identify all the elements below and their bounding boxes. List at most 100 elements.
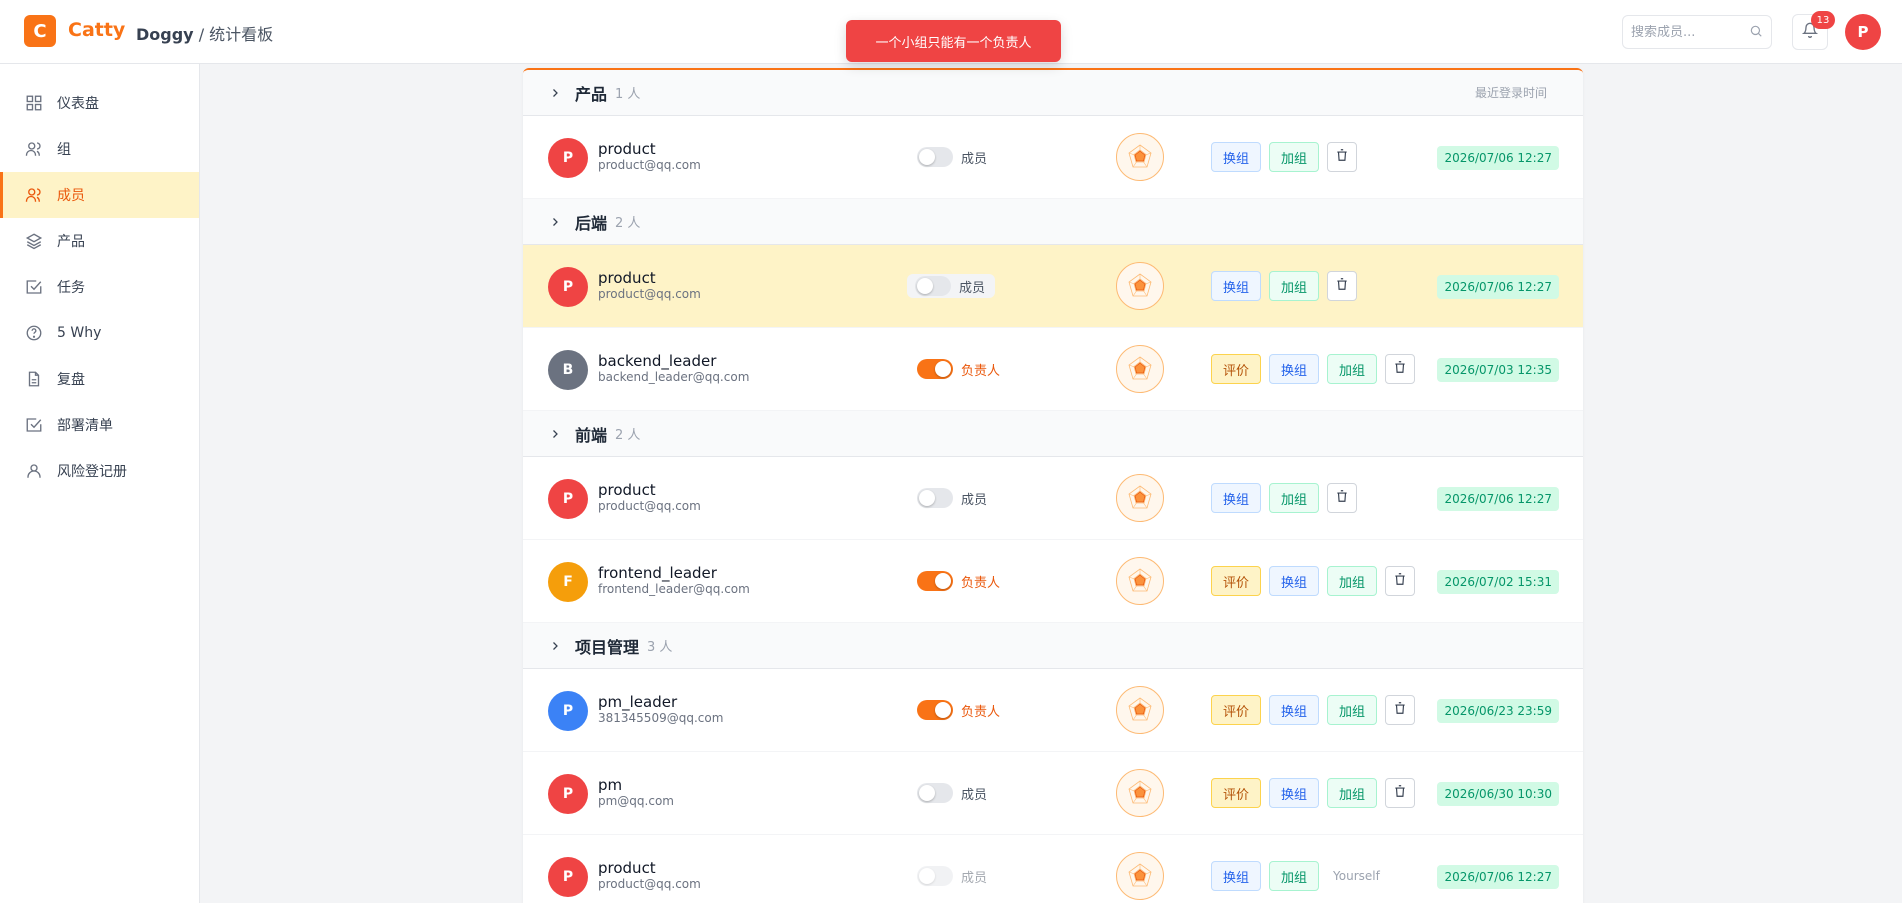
delete-button[interactable]: [1385, 566, 1416, 596]
add-group-button[interactable]: 加组: [1327, 354, 1378, 384]
swap-group-button[interactable]: 换组: [1269, 354, 1320, 384]
role-control[interactable]: 负责人: [913, 698, 1004, 722]
search-icon[interactable]: [1749, 23, 1763, 42]
leader-toggle[interactable]: [917, 700, 953, 720]
radar-chart-icon[interactable]: [1116, 686, 1164, 734]
swap-group-button[interactable]: 换组: [1269, 566, 1320, 596]
radar-chart-icon[interactable]: [1116, 133, 1164, 181]
add-group-button[interactable]: 加组: [1269, 271, 1320, 301]
role-control[interactable]: 负责人: [913, 357, 1004, 381]
leader-toggle[interactable]: [917, 359, 953, 379]
sidebar-item-1[interactable]: 组: [0, 126, 199, 172]
role-control: 成员: [913, 864, 991, 888]
add-group-button[interactable]: 加组: [1327, 566, 1378, 596]
radar-chart-icon[interactable]: [1116, 557, 1164, 605]
add-group-button[interactable]: 加组: [1269, 142, 1320, 172]
sidebar-item-2[interactable]: 成员: [0, 172, 199, 218]
user-avatar[interactable]: P: [1845, 14, 1881, 50]
role-control[interactable]: 负责人: [913, 569, 1004, 593]
member-email: backend_leader@qq.com: [598, 370, 750, 384]
swap-group-button[interactable]: 换组: [1211, 483, 1262, 513]
radar-chart-icon[interactable]: [1116, 769, 1164, 817]
add-group-button[interactable]: 加组: [1269, 861, 1320, 891]
group-count: 3 人: [647, 640, 673, 655]
swap-group-button[interactable]: 换组: [1269, 778, 1320, 808]
group-header[interactable]: 项目管理 3 人: [523, 623, 1583, 669]
sidebar-item-3[interactable]: 产品: [0, 218, 199, 264]
add-group-button[interactable]: 加组: [1327, 778, 1378, 808]
radar-chart-icon[interactable]: [1116, 345, 1164, 393]
leader-toggle[interactable]: [915, 276, 951, 296]
layers-icon: [24, 231, 44, 251]
radar-chart-icon[interactable]: [1116, 474, 1164, 522]
member-search[interactable]: [1622, 15, 1772, 49]
role-control[interactable]: 成员: [913, 781, 991, 805]
delete-button[interactable]: [1327, 483, 1358, 513]
add-group-button[interactable]: 加组: [1327, 695, 1378, 725]
search-input[interactable]: [1631, 24, 1741, 40]
member-row: Ppm_leader 381345509@qq.com 负责人 评价 换组 加组 2026/…: [523, 669, 1583, 752]
leader-toggle[interactable]: [917, 783, 953, 803]
member-name: pm_leader: [598, 693, 678, 711]
member-row: Ppm pm@qq.com 成员 评价 换组 加组 2026/06/30 10:30: [523, 752, 1583, 835]
member-avatar: P: [548, 774, 588, 814]
trash-icon: [1393, 784, 1407, 802]
breadcrumb-project[interactable]: Doggy: [136, 25, 194, 44]
member-row: Ffrontend_leader frontend_leader@qq.com 负责…: [523, 540, 1583, 623]
role-control[interactable]: 成员: [907, 274, 996, 298]
evaluate-button[interactable]: 评价: [1211, 354, 1262, 384]
trash-icon: [1335, 277, 1349, 295]
chevron-right-icon[interactable]: [549, 215, 563, 229]
role-control[interactable]: 成员: [913, 486, 991, 510]
evaluate-button[interactable]: 评价: [1211, 695, 1262, 725]
chevron-right-icon[interactable]: [549, 86, 563, 100]
group-header[interactable]: 产品 1 人 最近登录时间: [523, 70, 1583, 116]
sidebar-item-label: 产品: [57, 234, 85, 250]
radar-chart-icon[interactable]: [1116, 262, 1164, 310]
member-email: product@qq.com: [598, 877, 701, 891]
radar-chart-icon[interactable]: [1116, 852, 1164, 900]
role-control[interactable]: 成员: [913, 145, 991, 169]
chevron-right-icon[interactable]: [549, 427, 563, 441]
last-login-time: 2026/07/06 12:27: [1437, 865, 1559, 889]
leader-toggle[interactable]: [917, 571, 953, 591]
swap-group-button[interactable]: 换组: [1269, 695, 1320, 725]
member-avatar: P: [548, 479, 588, 519]
delete-button[interactable]: [1385, 778, 1416, 808]
sidebar-item-6[interactable]: 复盘: [0, 356, 199, 402]
swap-group-button[interactable]: 换组: [1211, 142, 1262, 172]
add-group-button[interactable]: 加组: [1269, 483, 1320, 513]
sidebar-item-label: 风险登记册: [57, 464, 127, 480]
delete-button[interactable]: [1385, 695, 1416, 725]
trash-icon: [1335, 148, 1349, 166]
sidebar-item-5[interactable]: 5 Why: [0, 310, 199, 356]
leader-toggle[interactable]: [917, 488, 953, 508]
swap-group-button[interactable]: 换组: [1211, 861, 1262, 891]
chevron-right-icon[interactable]: [549, 639, 563, 653]
group-count: 1 人: [615, 87, 641, 102]
brand-name[interactable]: Catty: [68, 19, 125, 41]
notifications-button[interactable]: 13: [1792, 11, 1835, 50]
member-avatar: F: [548, 562, 588, 602]
sidebar-item-4[interactable]: 任务: [0, 264, 199, 310]
last-login-header: 最近登录时间: [1474, 86, 1547, 100]
trash-icon: [1393, 701, 1407, 719]
member-avatar: P: [548, 138, 588, 178]
app-logo[interactable]: C: [24, 15, 56, 47]
sidebar-item-0[interactable]: 仪表盘: [0, 80, 199, 126]
delete-button[interactable]: [1327, 142, 1358, 172]
sidebar-item-7[interactable]: 部署清单: [0, 402, 199, 448]
leader-toggle[interactable]: [917, 147, 953, 167]
sidebar-item-8[interactable]: 风险登记册: [0, 448, 199, 494]
evaluate-button[interactable]: 评价: [1211, 566, 1262, 596]
group-header[interactable]: 后端 2 人: [523, 199, 1583, 245]
swap-group-button[interactable]: 换组: [1211, 271, 1262, 301]
evaluate-button[interactable]: 评价: [1211, 778, 1262, 808]
group-name: 项目管理: [575, 637, 640, 657]
delete-button[interactable]: [1385, 354, 1416, 384]
delete-button[interactable]: [1327, 271, 1358, 301]
member-name: backend_leader: [598, 352, 717, 370]
group-header[interactable]: 前端 2 人: [523, 411, 1583, 457]
member-email: 381345509@qq.com: [598, 711, 724, 725]
member-actions: 评价 换组 加组: [1211, 778, 1416, 808]
